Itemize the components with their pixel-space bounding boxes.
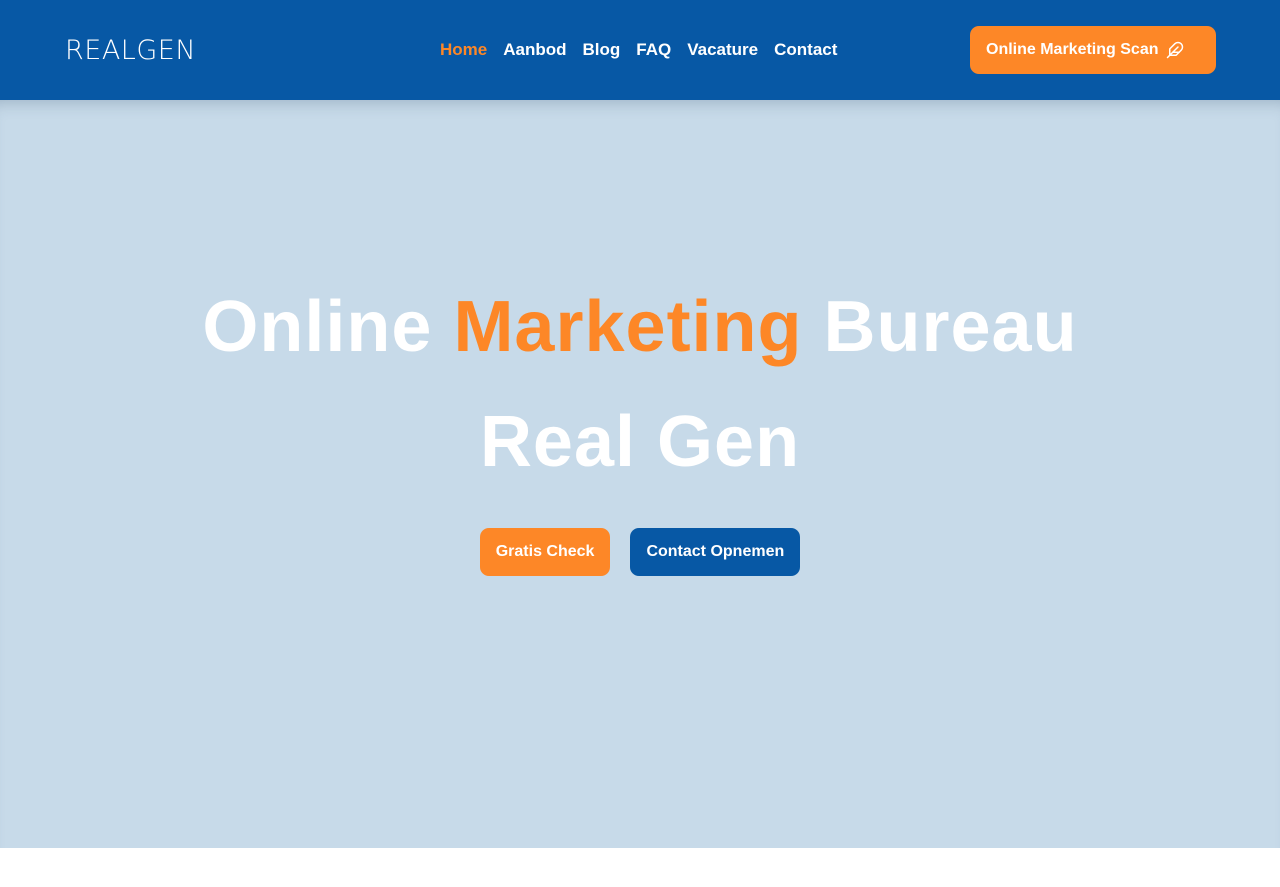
- contact-opnemen-button[interactable]: Contact Opnemen: [630, 528, 801, 576]
- nav-item-faq[interactable]: FAQ: [636, 37, 671, 63]
- nav-item-aanbod[interactable]: Aanbod: [503, 37, 566, 63]
- feather-icon: [1166, 41, 1184, 59]
- realgen-logo[interactable]: REALGEN: [65, 33, 196, 69]
- scan-button-label: Online Marketing Scan: [986, 41, 1159, 58]
- main-nav: Home Aanbod Blog FAQ Vacature Contact: [440, 37, 837, 63]
- online-marketing-scan-button[interactable]: Online Marketing Scan: [970, 26, 1216, 74]
- hero-section: Online Marketing Bureau Real Gen Gratis …: [0, 100, 1280, 848]
- hero-title: Online Marketing Bureau Real Gen: [0, 270, 1280, 500]
- hero-title-line-2: Real Gen: [479, 402, 801, 482]
- hero-title-part-online: Online: [202, 287, 454, 367]
- nav-item-blog[interactable]: Blog: [583, 37, 621, 63]
- nav-item-contact[interactable]: Contact: [774, 37, 837, 63]
- hero-title-accent: Marketing: [453, 287, 803, 367]
- nav-item-vacature[interactable]: Vacature: [687, 37, 758, 63]
- site-header: REALGEN Home Aanbod Blog FAQ Vacature Co…: [0, 0, 1280, 100]
- gratis-check-button[interactable]: Gratis Check: [479, 528, 611, 576]
- hero-buttons: Gratis Check Contact Opnemen: [0, 528, 1280, 576]
- hero-title-part-bureau: Bureau: [802, 287, 1078, 367]
- hero-title-line-1: Online Marketing Bureau: [0, 270, 1280, 385]
- nav-item-home[interactable]: Home: [440, 37, 487, 63]
